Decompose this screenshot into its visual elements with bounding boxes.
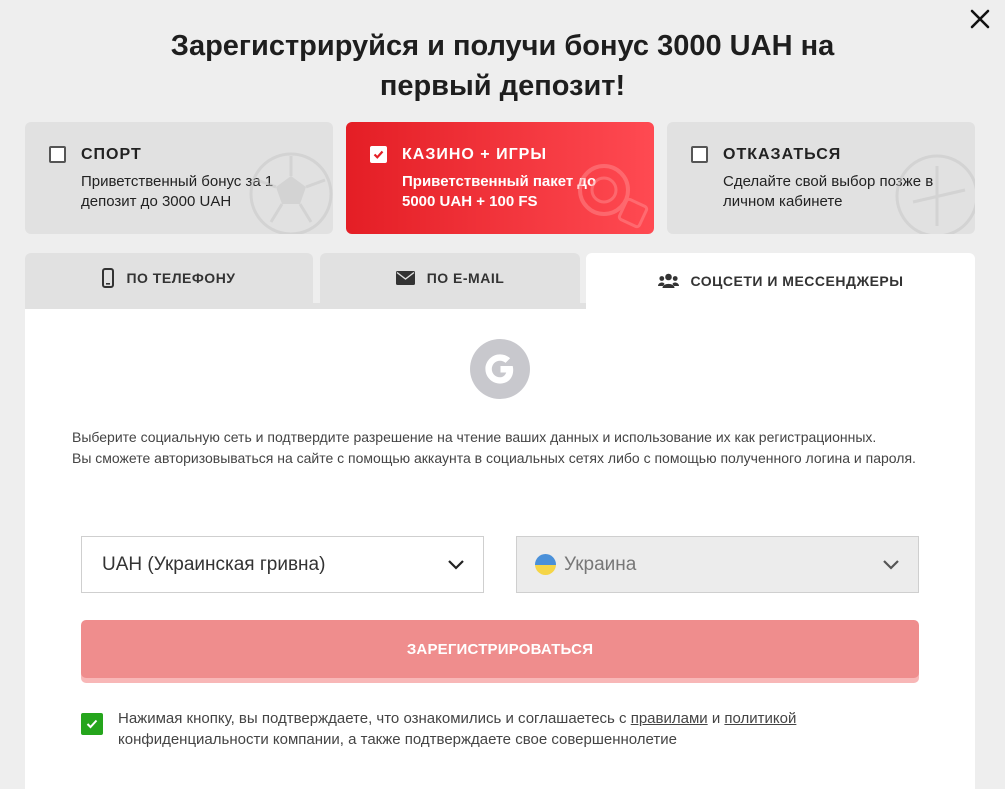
title-line-1: Зарегистрируйся и получи бонус 3000 UAH … [170,30,835,62]
checkbox-empty[interactable] [691,146,708,163]
agreement-checkbox[interactable] [81,713,103,735]
registration-tabs: ПО ТЕЛЕФОНУ ПО E-MAIL СОЦСЕТИ И МЕССЕНДЖ… [25,253,975,309]
registration-panel: Выберите социальную сеть и подтвердите р… [25,309,975,789]
instruction-line-1: Выберите социальную сеть и подтвердите р… [72,429,877,445]
bonus-option-sport[interactable]: СПОРТ Приветственный бонус за 1 депозит … [25,122,333,234]
chevron-down-icon [883,560,899,570]
agreement-text-and: и [707,710,725,727]
casino-chips-icon [578,164,649,229]
tab-label: СОЦСЕТИ И МЕССЕНДЖЕРЫ [690,273,904,289]
bonus-option-casino[interactable]: КАЗИНО + ИГРЫ Приветственный пакет до 50… [346,122,654,234]
users-icon [657,273,679,288]
tab-label: ПО E-MAIL [426,270,505,286]
google-icon[interactable] [470,339,530,399]
bonus-options: СПОРТ Приветственный бонус за 1 депозит … [25,122,975,234]
social-instructions: Выберите социальную сеть и подтвердите р… [72,427,952,469]
agreement: Нажимая кнопку, вы подтверждаете, что оз… [81,708,921,750]
envelope-icon [395,271,415,285]
agreement-text-before: Нажимая кнопку, вы подтверждаете, что оз… [118,710,631,727]
phone-icon [102,268,115,288]
soccer-ball-icon [249,152,333,234]
tab-social[interactable]: СОЦСЕТИ И МЕССЕНДЖЕРЫ [586,253,975,309]
tab-phone[interactable]: ПО ТЕЛЕФОНУ [25,253,313,303]
currency-select[interactable]: UAH (Украинская гривна) [81,536,484,593]
tab-label: ПО ТЕЛЕФОНУ [126,270,236,286]
bonus-option-decline[interactable]: ОТКАЗАТЬСЯ Сделайте свой выбор позже в л… [667,122,975,234]
policy-link[interactable]: политикой [724,710,796,727]
chevron-down-icon [448,560,464,570]
country-select[interactable]: Украина [516,536,919,593]
page-title: Зарегистрируйся и получи бонус 3000 UAH … [0,26,1005,106]
tab-email[interactable]: ПО E-MAIL [320,253,580,303]
rules-link[interactable]: правилами [631,710,708,727]
currency-value: UAH (Украинская гривна) [102,553,326,575]
agreement-text: Нажимая кнопку, вы подтверждаете, что оз… [118,708,921,750]
ukraine-flag-icon [535,554,556,575]
checkbox-empty[interactable] [49,146,66,163]
title-line-2: первый депозит! [379,70,626,102]
register-button[interactable]: Зарегистрироваться [81,620,919,678]
instruction-line-2: Вы сможете авторизовываться на сайте с п… [72,450,916,466]
checkbox-checked[interactable] [370,146,387,163]
country-value: Украина [564,553,637,575]
decline-circle-icon [895,154,975,234]
agreement-text-after: конфиденциальности компании, а также под… [118,731,677,748]
